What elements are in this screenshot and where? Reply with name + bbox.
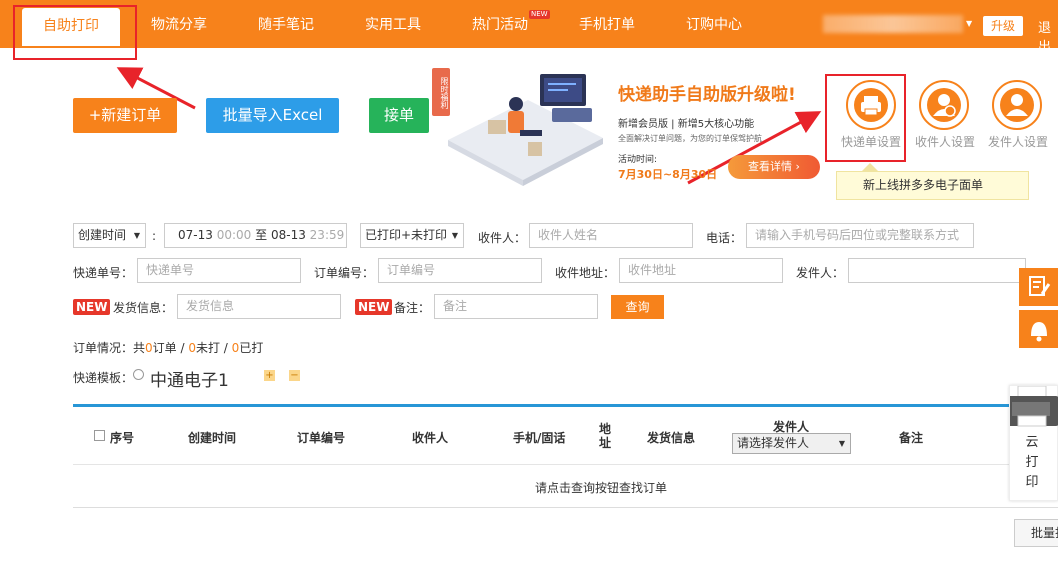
- ship-info-label: 发货信息：: [113, 301, 174, 315]
- sender-label: 发件人：: [796, 266, 845, 280]
- phone-input[interactable]: 请输入手机号码后四位或完整联系方式: [746, 223, 974, 248]
- feedback-float-button[interactable]: [1019, 268, 1058, 306]
- column-header-order-no: 订单编号: [297, 431, 346, 445]
- batch-print-button[interactable]: 批量打印: [1014, 519, 1058, 547]
- import-excel-button[interactable]: 批量导入Excel: [206, 98, 339, 133]
- summary-unprinted-unit: 未打 /: [195, 341, 232, 355]
- chevron-down-icon: ▼: [838, 439, 845, 448]
- print-status-select[interactable]: 已打印+未打印 ▼: [360, 223, 464, 248]
- summary-unprinted-count: 0: [188, 341, 196, 355]
- tracking-label: 快递单号：: [73, 266, 134, 280]
- chevron-down-icon: ▼: [451, 231, 458, 240]
- receiver-user-icon: [927, 88, 961, 122]
- receiver-input[interactable]: 收件人姓名: [529, 223, 693, 248]
- chevron-down-icon: ▼: [133, 231, 140, 240]
- date-range-to: 至: [255, 228, 268, 242]
- time-type-select[interactable]: 创建时间 ▼: [73, 223, 146, 248]
- edit-note-icon: [1029, 276, 1051, 296]
- column-header-created-time: 创建时间: [188, 431, 237, 445]
- column-header-index: 序号: [110, 431, 135, 445]
- template-name[interactable]: 中通电子1: [150, 366, 229, 391]
- tooltip-arrow: [862, 163, 878, 171]
- sender-settings-button[interactable]: [992, 80, 1042, 130]
- print-status-value: 已打印+未打印: [365, 228, 448, 242]
- tracking-input[interactable]: 快递单号: [137, 258, 301, 283]
- summary-prefix: 订单情况：共: [73, 341, 146, 355]
- template-label: 快递模板：: [73, 371, 134, 385]
- time-start: 00:00: [216, 228, 252, 242]
- template-radio[interactable]: [133, 369, 144, 380]
- cloud-print-label[interactable]: 云打印: [1023, 433, 1041, 493]
- date-range-input[interactable]: 07-13 00:00 至 08-13 23:59: [164, 223, 347, 248]
- time-type-value: 创建时间: [78, 228, 127, 242]
- address-label: 收件地址：: [555, 266, 616, 280]
- banner-time-label: 活动时间:: [618, 155, 658, 165]
- summary-total-unit: 订单 /: [152, 341, 189, 355]
- table-top-border: [73, 404, 1058, 407]
- remark-label: 备注：: [394, 301, 431, 315]
- new-tag: NEW: [73, 299, 111, 315]
- notification-float-button[interactable]: [1019, 310, 1058, 348]
- sender-select-value: 请选择发件人: [737, 436, 810, 450]
- sender-user-icon: [1000, 88, 1034, 122]
- cloud-printer-icon: [1006, 385, 1058, 427]
- banner-title: 快递助手自助版升级啦!: [618, 85, 796, 105]
- column-header-address: 地址: [599, 422, 612, 450]
- table-header-divider: [73, 464, 1058, 465]
- banner-description: 全面解决订单问题，为您的订单保驾护航: [618, 134, 762, 143]
- order-no-label: 订单编号：: [314, 266, 375, 280]
- address-input[interactable]: 收件地址: [619, 258, 783, 283]
- settings-tooltip: 新上线拼多多电子面单: [836, 171, 1029, 200]
- summary-printed-unit: 已打: [239, 341, 264, 355]
- bell-icon: [1031, 322, 1047, 342]
- column-header-receiver: 收件人: [412, 431, 449, 445]
- query-button[interactable]: 查询: [611, 295, 664, 319]
- select-all-checkbox[interactable]: [94, 430, 105, 441]
- phone-label: 电话：: [706, 231, 743, 245]
- order-no-input[interactable]: 订单编号: [378, 258, 542, 283]
- sender-select[interactable]: 请选择发件人 ▼: [732, 433, 851, 454]
- column-header-remark: 备注: [899, 431, 924, 445]
- new-tag: NEW: [355, 299, 393, 315]
- date-start: 07-13: [178, 228, 213, 242]
- sender-settings-label[interactable]: 发件人设置: [988, 133, 1048, 150]
- time-end: 23:59: [309, 228, 345, 242]
- table-bottom-divider: [73, 507, 1058, 508]
- time-colon: :: [152, 229, 157, 243]
- sender-input[interactable]: [848, 258, 1026, 283]
- receiver-settings-label[interactable]: 收件人设置: [915, 133, 975, 150]
- banner-subtitle: 新增会员版 | 新增5大核心功能: [618, 119, 755, 130]
- column-header-ship-info: 发货信息: [647, 431, 696, 445]
- receiver-label: 收件人：: [478, 231, 527, 245]
- column-header-phone: 手机/固话: [513, 431, 566, 445]
- express-template-settings-button[interactable]: [846, 80, 896, 130]
- printer-icon: [854, 88, 888, 122]
- order-summary: 订单情况：共0订单 / 0未打 / 0已打: [73, 339, 263, 356]
- receive-order-button[interactable]: 接单: [369, 98, 429, 133]
- new-order-button[interactable]: +新建订单: [73, 98, 177, 133]
- banner-detail-button[interactable]: 查看详情 ›: [728, 155, 820, 179]
- table-empty-message: 请点击查询按钮查找订单: [535, 481, 668, 495]
- template-remove-button[interactable]: −: [289, 370, 300, 381]
- banner-limited-tag: 限时福利: [432, 68, 450, 116]
- express-template-settings-label[interactable]: 快递单设置: [841, 133, 901, 150]
- summary-total-count: 0: [145, 341, 153, 355]
- template-add-button[interactable]: +: [264, 370, 275, 381]
- receiver-settings-button[interactable]: [919, 80, 969, 130]
- ship-info-input[interactable]: 发货信息: [177, 294, 341, 319]
- date-end: 08-13: [270, 228, 306, 242]
- banner-time: 7月30日~8月30日: [618, 168, 718, 181]
- remark-input[interactable]: 备注: [434, 294, 598, 319]
